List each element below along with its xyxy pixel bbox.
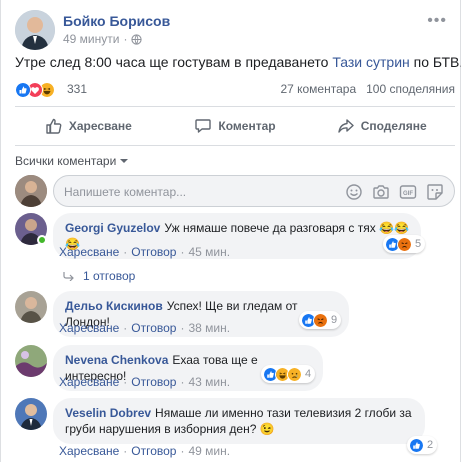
comment-reaction-count: 4 [305, 368, 312, 380]
post-card: Бойко Борисов 49 минути · ••• Утре след … [0, 0, 461, 462]
share-button[interactable]: Споделяне [308, 112, 455, 140]
comment-reply-link[interactable]: Отговор [131, 444, 176, 458]
summary-stats: 27 коментара 100 споделяния [280, 82, 455, 96]
commenter-name[interactable]: Georgi Gyuzelov [65, 221, 160, 235]
commenter-avatar[interactable] [15, 291, 47, 323]
svg-text:GIF: GIF [403, 191, 413, 197]
view-replies[interactable]: 1 отговор [63, 269, 135, 283]
comment-reply-link[interactable]: Отговор [131, 321, 176, 335]
like-button[interactable]: Харесване [15, 112, 162, 140]
camera-icon[interactable] [372, 183, 390, 201]
comment-reactions[interactable]: 9 [299, 311, 342, 329]
globe-icon[interactable] [131, 33, 143, 45]
separator-dot: · [180, 444, 185, 458]
author-name[interactable]: Бойко Борисов [63, 13, 170, 29]
comment-links: Харесване · Отговор · 45 мин. [59, 245, 230, 259]
post-text: Утре след 8:00 часа ще гостувам в предав… [15, 54, 461, 70]
separator-dot: · [123, 444, 128, 458]
comment-composer: GIF [15, 175, 455, 207]
comment-reaction-count: 9 [331, 314, 338, 326]
comment-like-link[interactable]: Харесване [59, 321, 119, 335]
angry-reaction-icon [313, 312, 328, 328]
comment-reply-link[interactable]: Отговор [131, 245, 176, 259]
emoji-icon[interactable] [345, 183, 363, 201]
divider [15, 145, 455, 146]
commenter-name[interactable]: Veselin Dobrev [65, 406, 151, 420]
post-time[interactable]: 49 минути [63, 32, 119, 46]
comment-reaction-count: 5 [415, 238, 422, 250]
like-label: Харесване [68, 119, 132, 133]
comment-bubble: Veselin Dobrev Нямаше ли именно тази теле… [53, 398, 425, 444]
share-label: Споделяне [360, 119, 427, 133]
comment-item: Veselin Dobrev Нямаше ли именно тази теле… [15, 398, 455, 460]
reply-arrow-icon [63, 272, 74, 281]
separator-dot: · [180, 245, 185, 259]
comment-icon [195, 119, 212, 133]
reaction-summary: 331 27 коментара 100 споделяния [15, 80, 455, 100]
user-avatar [15, 175, 47, 207]
replies-label: 1 отговор [83, 269, 136, 283]
comment-box: GIF [53, 175, 455, 207]
post-text-link[interactable]: Тази сутрин [332, 54, 409, 70]
comment-time[interactable]: 49 мин. [188, 444, 230, 458]
comments-filter[interactable]: Всички коментари [15, 154, 129, 168]
like-reaction-icon [15, 82, 31, 98]
comment-links: Харесване · Отговор · 49 мин. [59, 444, 230, 458]
comment-reactions[interactable]: 5 [383, 235, 426, 253]
separator-dot: · [180, 375, 185, 389]
commenter-avatar[interactable] [15, 398, 47, 430]
comment-count[interactable]: 27 коментара [280, 82, 356, 96]
comment-time[interactable]: 43 мин. [188, 375, 230, 389]
separator-dot: · [123, 32, 128, 46]
thumbs-up-icon [46, 118, 62, 134]
more-icon[interactable]: ••• [427, 12, 447, 30]
separator-dot: · [123, 321, 128, 335]
comment-reactions[interactable]: 4 [261, 365, 316, 383]
share-icon [338, 119, 354, 133]
post-text-after: по БТВ. [409, 54, 461, 70]
separator-dot: · [123, 375, 128, 389]
like-reaction-icon [409, 437, 424, 453]
action-bar: Харесване Коментар Споделяне [15, 112, 455, 140]
post-meta: 49 минути · [63, 32, 143, 46]
comment-time[interactable]: 45 мин. [188, 245, 230, 259]
separator-dot: · [180, 321, 185, 335]
comment-links: Харесване · Отговор · 38 мин. [59, 321, 230, 335]
comment-like-link[interactable]: Харесване [59, 444, 119, 458]
post-header: Бойко Борисов 49 минути · ••• [15, 10, 455, 50]
commenter-name[interactable]: Nevena Chenkova [65, 353, 168, 367]
gif-icon[interactable]: GIF [399, 183, 417, 201]
comment-text: Нямаше ли именно тази телевизия 2 глоби … [155, 406, 412, 420]
post-text-before: Утре след 8:00 часа ще гостувам в предав… [15, 54, 333, 70]
comment-button[interactable]: Коментар [162, 112, 309, 140]
comment-reactions[interactable]: 2 [407, 436, 438, 454]
sad-reaction-icon [287, 366, 302, 382]
comment-item: Nevena Chenkova Ехаа това ще е интересно!… [15, 345, 455, 391]
comment-reply-link[interactable]: Отговор [131, 375, 176, 389]
share-count[interactable]: 100 споделяния [366, 82, 455, 96]
sticker-icon[interactable] [426, 183, 444, 201]
comments-filter-label: Всички коментари [15, 154, 117, 168]
comment-label: Коментар [218, 119, 276, 133]
chevron-down-icon [120, 159, 129, 163]
comment-like-link[interactable]: Харесване [59, 375, 119, 389]
composer-tools: GIF [345, 183, 444, 201]
divider [15, 106, 455, 107]
author-avatar[interactable] [15, 10, 55, 50]
comment-time[interactable]: 38 мин. [188, 321, 230, 335]
comment-like-link[interactable]: Харесване [59, 245, 119, 259]
reaction-count[interactable]: 331 [67, 82, 87, 96]
angry-reaction-icon [397, 236, 412, 252]
comment-item: Дельо Кискинов Успех! Ще ви гледам от Лон… [15, 291, 455, 337]
commenter-name[interactable]: Дельо Кискинов [65, 299, 163, 313]
comment-item: Georgi Gyuzelov Уж нямаше повече да разго… [15, 213, 455, 283]
comment-input[interactable] [64, 183, 344, 201]
comment-line-1: Veselin Dobrev Нямаше ли именно тази теле… [65, 405, 413, 421]
comment-links: Харесване · Отговор · 43 мин. [59, 375, 230, 389]
comment-line-2: груби нарушения в изборния ден? 😉 [65, 422, 275, 436]
commenter-avatar[interactable] [15, 345, 47, 377]
online-status-icon [37, 235, 47, 245]
separator-dot: · [123, 245, 128, 259]
comment-reaction-count: 2 [427, 439, 434, 451]
